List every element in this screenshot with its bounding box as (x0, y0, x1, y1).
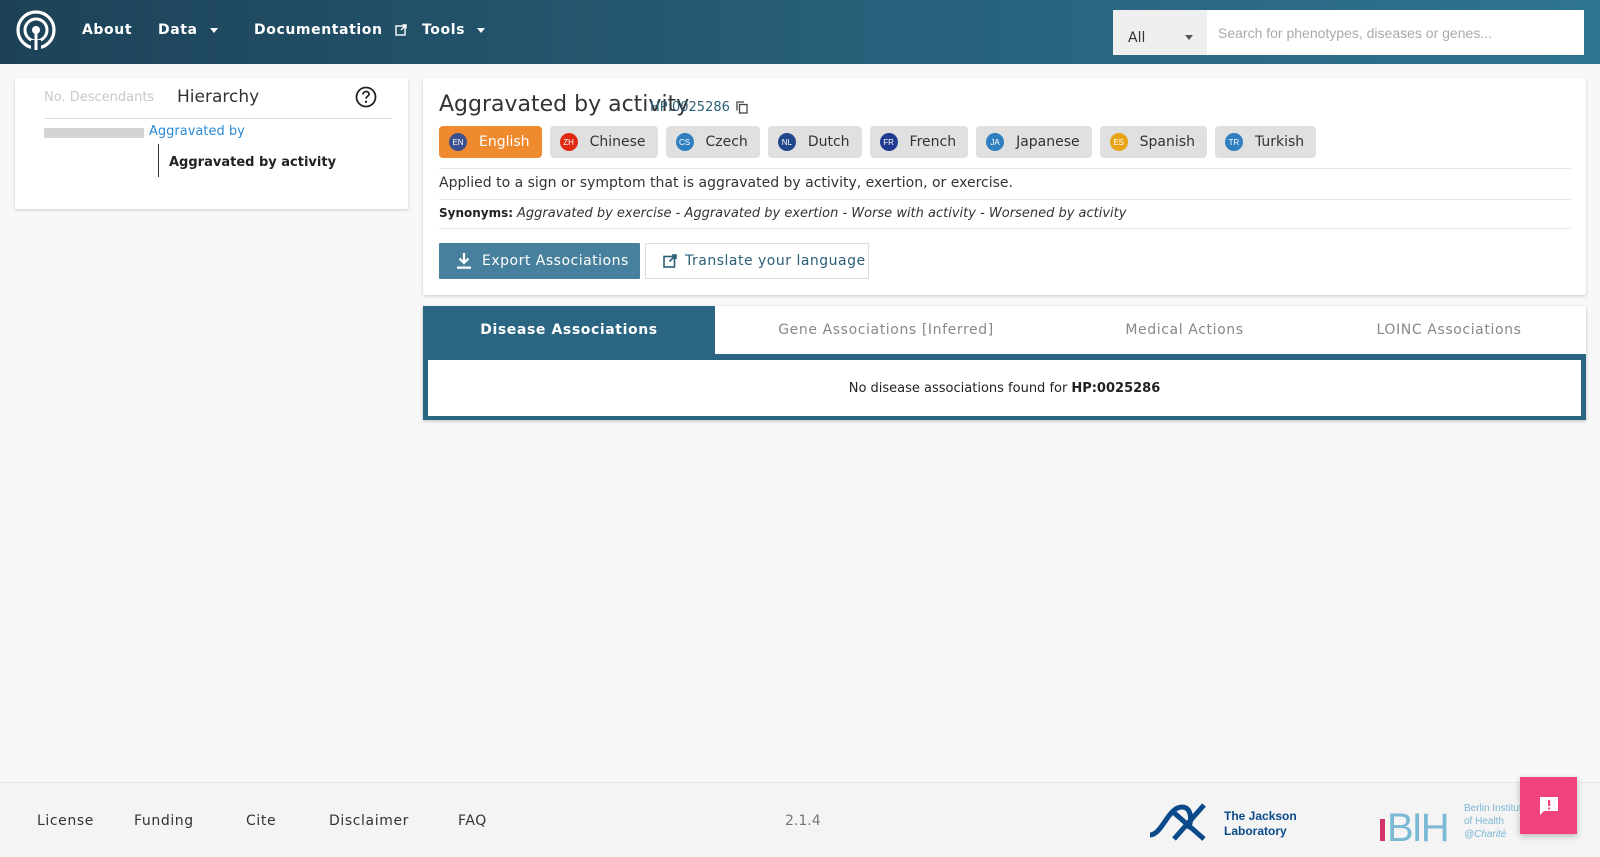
bih-line1: Berlin Institute (1464, 803, 1520, 814)
footer-link-license[interactable]: License (37, 813, 94, 829)
associations-empty-message: No disease associations found for HP:002… (428, 360, 1581, 416)
nav-documentation-label: Documentation (254, 22, 383, 38)
flag-nl-icon: NL (777, 133, 796, 151)
term-definition: Applied to a sign or symptom that is agg… (439, 175, 1013, 191)
top-navbar: About Data Documentation Tools All (0, 0, 1600, 64)
export-label: Export Associations (482, 253, 629, 269)
footer: License Funding Cite Disclaimer FAQ 2.1.… (0, 782, 1600, 857)
export-associations-button[interactable]: Export Associations (439, 243, 640, 279)
hierarchy-card: No. Descendants Hierarchy Aggravated by … (15, 78, 408, 209)
synonyms-label: Synonyms: (439, 206, 514, 220)
jax-line1: The Jackson (1224, 809, 1297, 823)
footer-link-cite[interactable]: Cite (246, 813, 276, 829)
lang-spanish-button[interactable]: ES Spanish (1099, 126, 1207, 158)
divider (439, 199, 1571, 200)
footer-link-disclaimer[interactable]: Disclaimer (329, 813, 409, 829)
bih-line3: @Charité (1464, 829, 1507, 840)
language-selector: EN English ZH Chinese CS Czech NL Dutch … (439, 126, 1317, 158)
lang-label: Spanish (1139, 134, 1195, 150)
lang-label: Czech (705, 134, 748, 150)
tab-medical-actions[interactable]: Medical Actions (1057, 306, 1312, 354)
search-scope-value: All (1128, 30, 1146, 46)
divider (439, 168, 1571, 169)
term-id-label: HP:0025286 (650, 100, 730, 115)
lang-french-button[interactable]: FR French (869, 126, 969, 158)
lang-dutch-button[interactable]: NL Dutch (767, 126, 862, 158)
caret-down-icon (209, 27, 218, 33)
bih-logo[interactable]: BIH Berlin Institute of Health @Charité (1380, 799, 1520, 845)
svg-text:BIH: BIH (1387, 806, 1448, 845)
flag-es-icon: ES (1109, 133, 1128, 151)
copy-icon[interactable] (736, 101, 748, 114)
caret-down-icon (477, 27, 486, 33)
external-link-icon (663, 254, 677, 268)
nav-data-label: Data (158, 22, 198, 38)
flag-ja-icon: JA (986, 133, 1005, 151)
tab-loinc-associations[interactable]: LOINC Associations (1312, 306, 1586, 354)
lang-label: Japanese (1016, 134, 1080, 150)
flag-en-icon: EN (449, 133, 467, 151)
lang-label: French (909, 134, 957, 150)
nav-tools[interactable]: Tools (422, 22, 486, 38)
empty-message-id: HP:0025286 (1071, 380, 1161, 396)
flag-zh-icon: ZH (559, 133, 578, 151)
flag-cs-icon: CS (675, 133, 694, 151)
jackson-laboratory-logo[interactable]: The Jackson Laboratory (1148, 801, 1298, 841)
tree-connector (158, 144, 159, 177)
lang-japanese-button[interactable]: JA Japanese (976, 126, 1092, 158)
nav-documentation[interactable]: Documentation (254, 22, 407, 38)
search-scope-select[interactable]: All (1113, 10, 1207, 55)
term-card: Aggravated by activity HP:0025286 EN Eng… (423, 78, 1586, 295)
nav-about[interactable]: About (82, 22, 132, 38)
caret-down-icon (1185, 35, 1193, 40)
version-label: 2.1.4 (785, 813, 821, 829)
external-link-icon (394, 24, 407, 36)
descendants-bar (44, 128, 144, 138)
divider (439, 228, 1571, 229)
synonyms-value: Aggravated by exercise - Aggravated by e… (517, 206, 1127, 221)
download-icon (457, 253, 471, 269)
footer-link-funding[interactable]: Funding (134, 813, 194, 829)
bih-line2: of Health (1464, 816, 1504, 827)
lang-label: Turkish (1254, 134, 1305, 150)
nav-tools-label: Tools (422, 22, 466, 38)
search-bar: All (1113, 10, 1584, 55)
translate-label: Translate your language (685, 253, 866, 269)
lang-czech-button[interactable]: CS Czech (665, 126, 760, 158)
associations-tabs: Disease Associations Gene Associations [… (423, 306, 1586, 354)
nav-data[interactable]: Data (158, 22, 218, 38)
jax-line2: Laboratory (1224, 824, 1287, 838)
associations-panel: Disease Associations Gene Associations [… (423, 306, 1586, 420)
lang-label: Dutch (807, 134, 850, 150)
nav-about-label: About (82, 22, 133, 38)
translate-button[interactable]: Translate your language (645, 243, 869, 279)
tree-current-term: Aggravated by activity (169, 155, 337, 170)
feedback-button[interactable] (1520, 777, 1577, 834)
feedback-icon (1539, 796, 1558, 815)
divider (44, 118, 392, 119)
flag-fr-icon: FR (879, 133, 898, 151)
search-input[interactable] (1207, 10, 1584, 55)
lang-english-button[interactable]: EN English (439, 126, 542, 158)
empty-message-text: No disease associations found for (848, 380, 1068, 396)
term-id: HP:0025286 (650, 100, 748, 115)
tab-disease-associations[interactable]: Disease Associations (423, 306, 715, 354)
footer-link-faq[interactable]: FAQ (458, 813, 487, 829)
help-icon[interactable] (355, 86, 377, 108)
tree-parent-link[interactable]: Aggravated by (149, 124, 245, 139)
tab-descendants[interactable]: No. Descendants (44, 90, 154, 105)
tab-gene-associations[interactable]: Gene Associations [Inferred] (715, 306, 1057, 354)
tab-hierarchy[interactable]: Hierarchy (177, 87, 259, 107)
hpo-logo-icon[interactable] (14, 10, 58, 54)
flag-tr-icon: TR (1224, 133, 1243, 151)
lang-label: English (479, 134, 530, 150)
lang-turkish-button[interactable]: TR Turkish (1214, 126, 1317, 158)
lang-label: Chinese (589, 134, 646, 150)
lang-chinese-button[interactable]: ZH Chinese (549, 126, 658, 158)
